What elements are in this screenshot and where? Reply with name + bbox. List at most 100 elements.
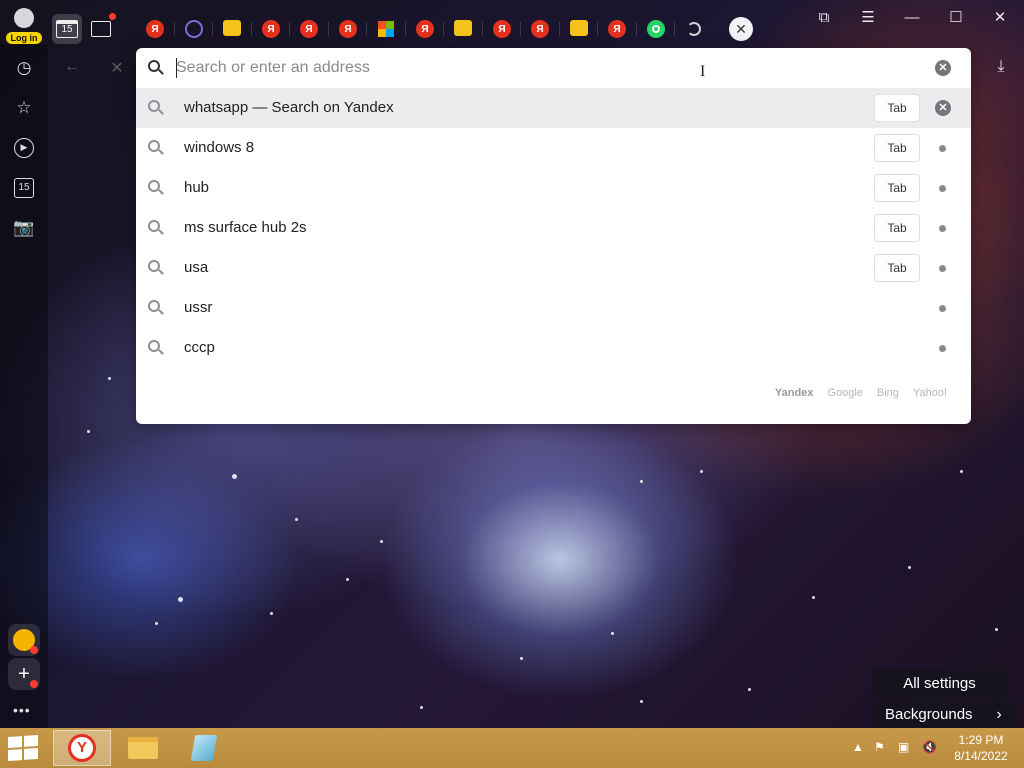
search-icon	[148, 60, 164, 76]
more-icon[interactable]: •••	[13, 702, 31, 718]
search-icon	[148, 220, 164, 236]
switch-to-tab-button[interactable]: Tab	[874, 134, 920, 162]
remove-suggestion-dot[interactable]	[939, 185, 946, 192]
remove-suggestion-dot[interactable]	[939, 305, 946, 312]
arrow-left-icon: ←	[64, 58, 80, 75]
tab-yandex-2[interactable]: Я	[262, 20, 280, 38]
tab-images-3[interactable]	[570, 20, 588, 36]
close-icon: ✕	[993, 9, 1007, 26]
bookmarks-panel-icon: ⧉	[818, 9, 830, 26]
suggestion-text: ms surface hub 2s	[184, 219, 307, 236]
taskbar-file-explorer[interactable]	[114, 730, 172, 766]
play-icon: ▶	[14, 138, 34, 158]
tabs-button[interactable]: 15	[10, 174, 38, 202]
tab-strip: Log in 15 Я Я Я Я Я Я Я Я ✕ ⧉ ☰ — ☐ ✕	[0, 0, 1024, 44]
clock-icon: ◷	[16, 58, 32, 77]
bookmarks-button[interactable]: ☆	[10, 94, 38, 122]
tab-images-2[interactable]	[454, 20, 472, 36]
tab-viber[interactable]	[185, 20, 203, 38]
engine-google[interactable]: Google	[827, 387, 862, 399]
taskbar-notepad[interactable]	[175, 730, 233, 766]
screenshot-button[interactable]: 📷	[10, 214, 38, 242]
start-button[interactable]	[8, 734, 38, 762]
search-icon	[148, 340, 164, 356]
remove-suggestion-dot[interactable]	[939, 345, 946, 352]
tab-yandex-7[interactable]: Я	[531, 20, 549, 38]
next-background-button[interactable]: ›	[986, 700, 1012, 730]
volume-muted-icon[interactable]: 🔇	[922, 740, 937, 754]
maximize-button[interactable]: ☐	[936, 6, 976, 30]
tab-yandex-4[interactable]: Я	[339, 20, 357, 38]
all-settings-button[interactable]: All settings	[873, 669, 1006, 699]
downloads-button[interactable]: ⤓	[990, 58, 1012, 80]
back-button[interactable]: ←	[61, 58, 83, 80]
sidebar-app-mail[interactable]	[8, 624, 40, 656]
sidebar: ◷ ☆ ▶ 15 📷 + •••	[0, 44, 48, 728]
folder-icon	[128, 737, 158, 759]
hamburger-icon: ☰	[861, 9, 875, 26]
media-button[interactable]: ▶	[10, 134, 38, 162]
history-button[interactable]: ◷	[10, 54, 38, 82]
engine-yandex[interactable]: Yandex	[775, 387, 814, 399]
taskbar: Y ▲ ⚑ ▣ 🔇 1:29 PM 8/14/2022	[0, 728, 1024, 768]
add-panel-button[interactable]: +	[8, 658, 40, 690]
close-window-button[interactable]: ✕	[980, 6, 1020, 30]
omnibox: ✕	[136, 48, 971, 88]
tab-yandex-5[interactable]: Я	[416, 20, 434, 38]
remove-suggestion-dot[interactable]	[939, 145, 946, 152]
search-icon	[148, 260, 164, 276]
tabs-count-icon: 15	[14, 178, 34, 198]
tab-loading[interactable]	[687, 22, 701, 36]
switch-to-tab-button[interactable]: Tab	[874, 214, 920, 242]
stop-button[interactable]: ✕	[106, 58, 128, 80]
address-input[interactable]	[176, 56, 916, 80]
switch-to-tab-button[interactable]: Tab	[874, 254, 920, 282]
chevron-right-icon: ›	[996, 706, 1002, 723]
engine-yahoo[interactable]: Yahoo!	[913, 387, 947, 399]
tab-yandex-8[interactable]: Я	[608, 20, 626, 38]
show-hidden-icons[interactable]: ▲	[852, 740, 864, 754]
yandex-browser-icon: Y	[68, 734, 96, 762]
remove-suggestion-dot[interactable]	[939, 265, 946, 272]
taskbar-yandex-browser[interactable]: Y	[53, 730, 111, 766]
menu-button[interactable]: ☰	[848, 6, 888, 30]
minimize-icon: —	[904, 9, 920, 26]
text-caret	[176, 58, 177, 78]
tab-yandex-1[interactable]: Я	[146, 20, 164, 38]
suggestion-item[interactable]: ussr	[136, 288, 971, 328]
suggestion-text: whatsapp — Search on Yandex	[184, 99, 394, 116]
clear-input-button[interactable]: ✕	[935, 60, 951, 76]
login-button[interactable]: Log in	[6, 6, 42, 44]
switch-to-tab-button[interactable]: Tab	[874, 174, 920, 202]
clock-date: 8/14/2022	[954, 749, 1008, 763]
system-clock[interactable]: 1:29 PM 8/14/2022	[948, 732, 1014, 764]
remove-suggestion-dot[interactable]	[939, 225, 946, 232]
backgrounds-button[interactable]: Backgrounds	[873, 700, 983, 730]
tab-yandex-3[interactable]: Я	[300, 20, 318, 38]
suggestion-item[interactable]: ms surface hub 2s Tab	[136, 208, 971, 248]
new-group-button[interactable]	[86, 13, 116, 44]
action-center-icon[interactable]: ⚑	[874, 740, 885, 754]
search-icon	[148, 300, 164, 316]
engine-bing[interactable]: Bing	[877, 387, 899, 399]
tab-whatsapp[interactable]	[647, 20, 665, 38]
search-icon	[148, 140, 164, 156]
whatsapp-icon	[652, 25, 660, 33]
plus-icon: +	[18, 662, 30, 685]
remove-suggestion-button[interactable]: ✕	[935, 100, 951, 116]
suggestion-item[interactable]: whatsapp — Search on Yandex Tab ✕	[136, 88, 971, 128]
suggestion-item[interactable]: cccp	[136, 328, 971, 368]
tab-manager-button[interactable]: ⧉	[804, 6, 844, 30]
omnibox-dropdown: ✕ whatsapp — Search on Yandex Tab ✕ wind…	[136, 48, 971, 424]
network-icon[interactable]: ▣	[898, 740, 909, 754]
switch-to-tab-button[interactable]: Tab	[874, 94, 920, 122]
tab-images-1[interactable]	[223, 20, 241, 36]
suggestion-item[interactable]: hub Tab	[136, 168, 971, 208]
tab-microsoft[interactable]	[378, 21, 394, 37]
tab-counter-button[interactable]: 15	[52, 14, 82, 44]
suggestion-item[interactable]: windows 8 Tab	[136, 128, 971, 168]
suggestion-item[interactable]: usa Tab	[136, 248, 971, 288]
tab-yandex-6[interactable]: Я	[493, 20, 511, 38]
minimize-button[interactable]: —	[892, 6, 932, 30]
close-new-tab-button[interactable]: ✕	[729, 17, 753, 41]
